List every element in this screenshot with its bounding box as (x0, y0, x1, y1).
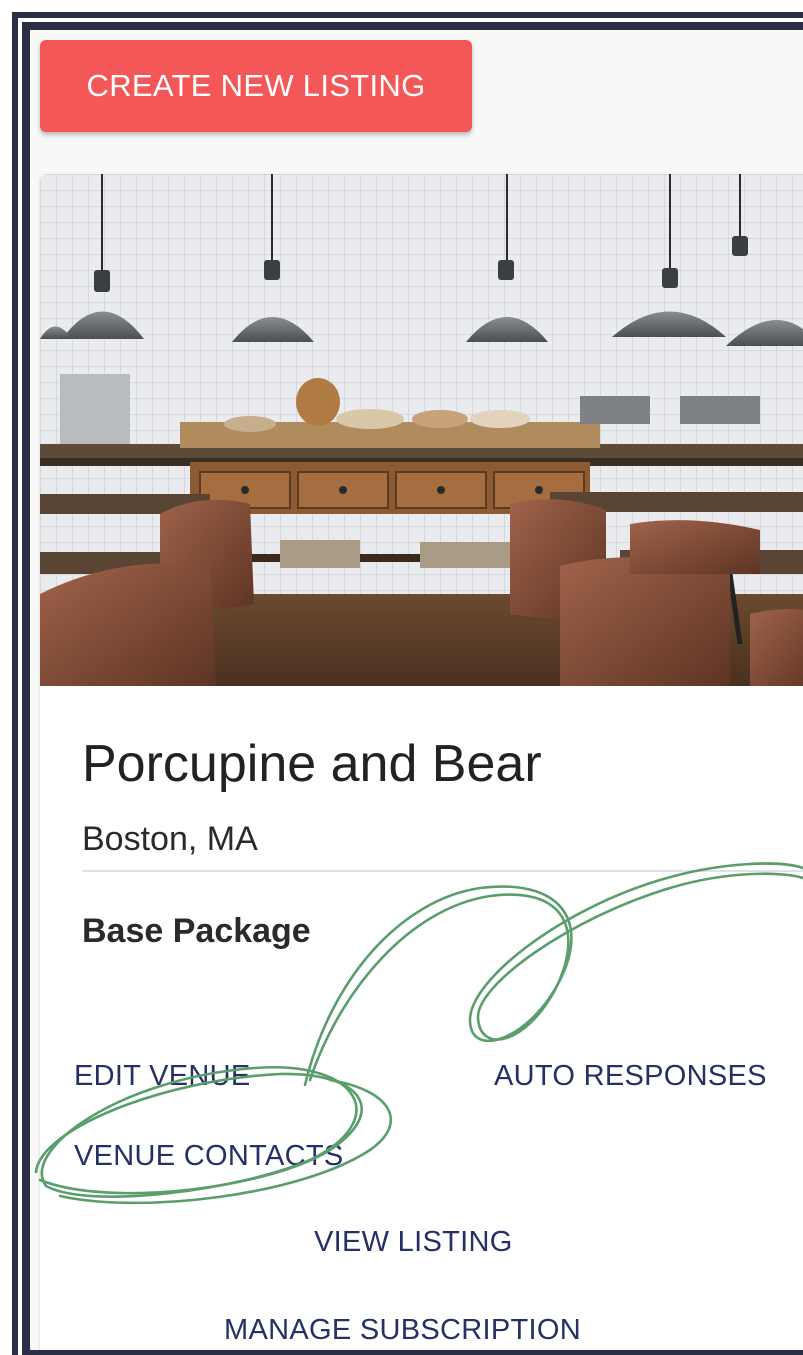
venue-location: Boston, MA (82, 820, 258, 858)
manage-subscription-link[interactable]: MANAGE SUBSCRIPTION (224, 1314, 581, 1347)
package-name: Base Package (82, 912, 311, 950)
divider (82, 870, 803, 872)
app-screen: CREATE NEW LISTING Porcupine and Bear Bo… (30, 30, 803, 1350)
auto-responses-link[interactable]: AUTO RESPONSES (494, 1060, 767, 1093)
venue-title: Porcupine and Bear (82, 735, 542, 793)
edit-venue-link[interactable]: EDIT VENUE (74, 1060, 251, 1093)
venue-photo (40, 174, 803, 686)
create-new-listing-button[interactable]: CREATE NEW LISTING (40, 40, 472, 132)
listing-card: Porcupine and Bear Boston, MA Base Packa… (40, 174, 803, 1350)
view-listing-link[interactable]: VIEW LISTING (314, 1226, 513, 1259)
venue-contacts-link[interactable]: VENUE CONTACTS (74, 1140, 344, 1173)
